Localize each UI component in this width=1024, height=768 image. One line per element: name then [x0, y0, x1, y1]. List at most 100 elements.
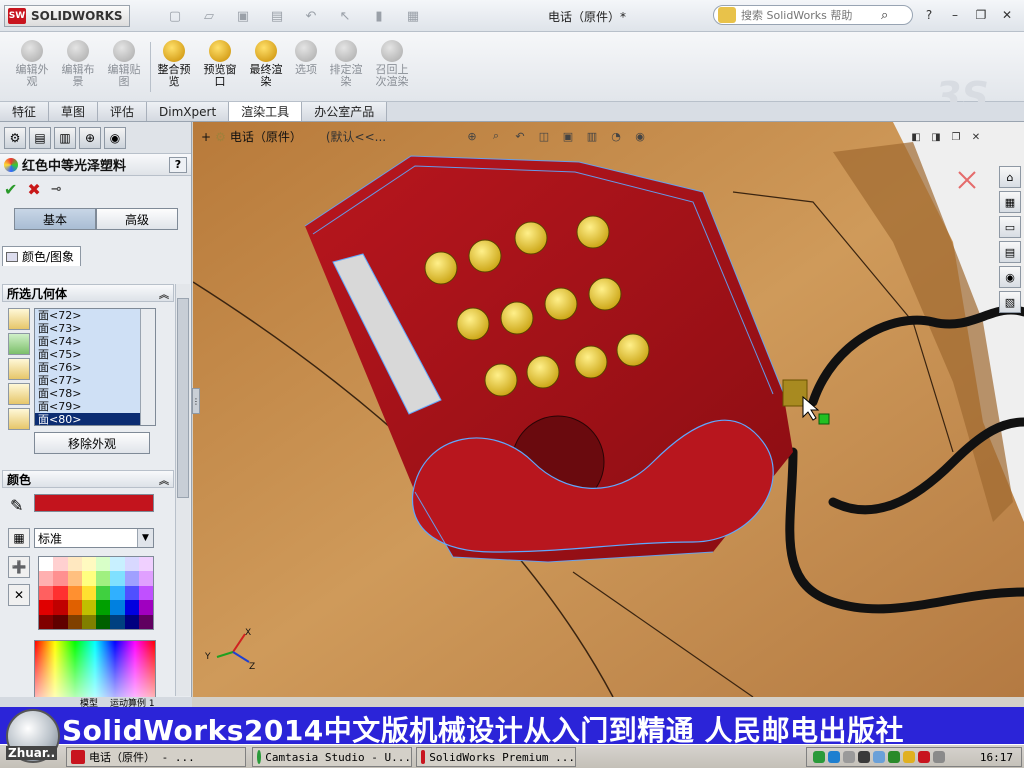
breadcrumb-part-name[interactable]: 电话（原件）: [230, 128, 302, 145]
dimxpert-icon[interactable]: ⊕: [79, 126, 101, 149]
filter-body-icon[interactable]: [8, 383, 30, 405]
palette-swatch[interactable]: [124, 571, 139, 586]
custom-properties-icon[interactable]: ▧: [999, 291, 1021, 313]
taskbar-item-solidworks[interactable]: SolidWorks Premium ...: [416, 747, 576, 767]
list-item[interactable]: 面<77>: [35, 374, 155, 387]
print-icon[interactable]: ▤: [262, 7, 292, 25]
tab-render-tools[interactable]: 渲染工具: [229, 102, 303, 121]
color-spectrum[interactable]: [34, 640, 156, 697]
cancel-icon[interactable]: ✖: [27, 180, 40, 199]
tray-app-icon[interactable]: [903, 751, 915, 763]
pin-icon[interactable]: ⊸: [51, 182, 62, 197]
hide-show-icon[interactable]: ◔: [607, 128, 625, 144]
palette-swatch[interactable]: [81, 571, 96, 586]
help-button[interactable]: ?: [169, 156, 187, 173]
tray-app-icon[interactable]: [918, 751, 930, 763]
restore-icon[interactable]: ❐: [970, 6, 992, 24]
selected-geometry-header[interactable]: 所选几何体 ︽: [2, 284, 174, 302]
add-color-icon[interactable]: ➕: [8, 556, 30, 578]
undo-icon[interactable]: ↶: [296, 7, 326, 25]
save-icon[interactable]: ▣: [228, 7, 258, 25]
palette-swatch[interactable]: [110, 585, 125, 601]
graphics-area[interactable]: X Y Z + ⚙ 电话（原件） (默认<<... ⊕ ⌕ ↶ ◫ ▣ ▥ ◔ …: [193, 122, 1024, 697]
palette-swatch[interactable]: [124, 557, 139, 572]
tray-app-icon[interactable]: [843, 751, 855, 763]
palette-swatch[interactable]: [39, 557, 54, 572]
home-icon[interactable]: ⌂: [999, 166, 1021, 188]
color-palette[interactable]: [38, 556, 154, 630]
tab-color-image[interactable]: 颜色/图象: [2, 246, 82, 266]
list-item[interactable]: 面<78>: [35, 387, 155, 400]
palette-swatch[interactable]: [96, 585, 111, 601]
tray-app-icon[interactable]: [888, 751, 900, 763]
palette-swatch[interactable]: [96, 600, 111, 615]
list-item[interactable]: 面<79>: [35, 400, 155, 413]
edit-scene-button[interactable]: 编辑布景: [54, 40, 102, 88]
tray-app-icon[interactable]: [933, 751, 945, 763]
collapse-icon[interactable]: ︽: [159, 286, 169, 301]
tab-evaluate[interactable]: 评估: [98, 102, 148, 121]
restore-icon[interactable]: ❐: [948, 130, 964, 144]
tray-app-icon[interactable]: [813, 751, 825, 763]
palette-swatch[interactable]: [138, 557, 153, 572]
display-style-icon[interactable]: ▥: [583, 128, 601, 144]
configuration-icon[interactable]: ▥: [54, 126, 76, 149]
solidworks-menu-button[interactable]: SW SOLIDWORKS: [4, 5, 130, 27]
list-item-selected[interactable]: 面<80>: [35, 413, 155, 425]
edit-appearance-button[interactable]: 编辑外观: [8, 40, 56, 88]
open-icon[interactable]: ▱: [194, 7, 224, 25]
palette-swatch[interactable]: [110, 557, 125, 572]
remove-appearance-button[interactable]: 移除外观: [34, 432, 150, 454]
edit-decal-button[interactable]: 编辑贴图: [100, 40, 148, 88]
taskbar-item-phone[interactable]: 电话（原件） - ...: [66, 747, 246, 767]
palette-swatch[interactable]: [39, 585, 54, 601]
palette-swatch[interactable]: [67, 571, 82, 586]
palette-swatch[interactable]: [67, 585, 82, 601]
panel-collapse-grip[interactable]: ⋮: [192, 388, 200, 414]
palette-swatch[interactable]: [96, 571, 111, 586]
file-explorer-icon[interactable]: ▭: [999, 216, 1021, 238]
taskbar-item-camtasia[interactable]: Camtasia Studio - U...: [252, 747, 412, 767]
color-header[interactable]: 颜色 ︽: [2, 470, 174, 488]
rebuild-icon[interactable]: ▮: [364, 7, 394, 25]
magnifier-icon[interactable]: ⌕: [881, 8, 888, 23]
panel-scrollbar[interactable]: [175, 284, 190, 696]
help-search-input[interactable]: [741, 8, 881, 22]
chevron-down-icon[interactable]: ▼: [137, 529, 153, 547]
palette-swatch[interactable]: [67, 614, 82, 629]
current-color-swatch[interactable]: [34, 494, 154, 512]
tray-app-icon[interactable]: [858, 751, 870, 763]
list-item[interactable]: 面<74>: [35, 335, 155, 348]
section-view-icon[interactable]: ◫: [535, 128, 553, 144]
palette-swatch[interactable]: [138, 571, 153, 586]
preview-window-button[interactable]: 预览窗口: [196, 40, 244, 88]
list-item[interactable]: 面<73>: [35, 322, 155, 335]
tab-dimxpert[interactable]: DimXpert: [147, 102, 230, 121]
tab-motion-study[interactable]: 运动算例 1: [110, 697, 155, 708]
schedule-render-button[interactable]: 排定渲染: [322, 40, 370, 88]
palette-swatch[interactable]: [81, 614, 96, 629]
filter-feature-icon[interactable]: [8, 408, 30, 430]
zoom-to-fit-icon[interactable]: ⊕: [463, 128, 481, 144]
tray-app-icon[interactable]: [828, 751, 840, 763]
collapse-icon[interactable]: ︽: [159, 472, 169, 487]
palette-swatch[interactable]: [124, 585, 139, 601]
help-search-box[interactable]: ⌕: [713, 5, 913, 25]
filter-part-icon[interactable]: [8, 308, 30, 330]
palette-swatch[interactable]: [96, 557, 111, 572]
basic-button[interactable]: 基本: [14, 208, 96, 230]
palette-swatch[interactable]: [53, 571, 68, 586]
palette-swatch[interactable]: [67, 557, 82, 572]
palette-swatch[interactable]: [53, 557, 68, 572]
face-list-scrollbar[interactable]: [140, 309, 155, 425]
filter-surface-icon[interactable]: [8, 358, 30, 380]
palette-swatch[interactable]: [39, 571, 54, 586]
list-item[interactable]: 面<75>: [35, 348, 155, 361]
palette-swatch[interactable]: [81, 585, 96, 601]
new-icon[interactable]: ▢: [160, 7, 190, 25]
list-item[interactable]: 面<76>: [35, 361, 155, 374]
palette-swatch[interactable]: [81, 600, 96, 615]
palette-swatch[interactable]: [39, 614, 54, 629]
view-orientation-icon[interactable]: ▣: [559, 128, 577, 144]
view-palette-icon[interactable]: ▤: [999, 241, 1021, 263]
